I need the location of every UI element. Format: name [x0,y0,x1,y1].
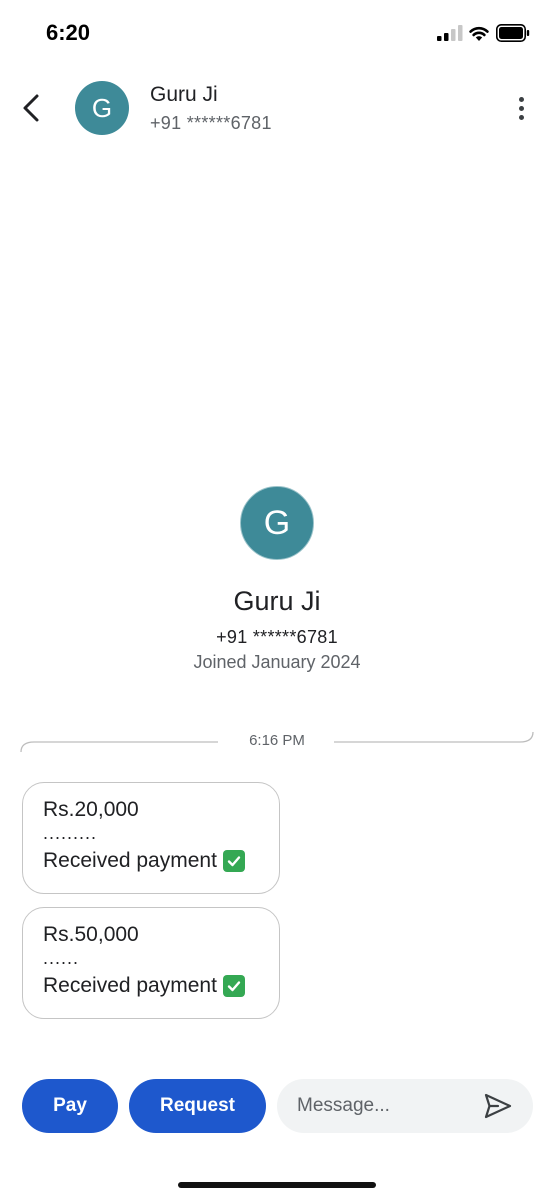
message-dots: ...... [43,948,80,968]
profile-avatar: G [240,486,314,560]
conversation-header: G Guru Ji +91 ******6781 [0,70,554,150]
home-indicator [178,1182,376,1188]
status-time: 6:20 [46,20,91,45]
message-box [277,1079,533,1133]
battery-icon [496,24,530,42]
wifi-icon [469,26,489,41]
composer-bar: Pay Request [0,1078,554,1134]
contact-profile: G Guru Ji +91 ******6781 Joined January … [0,486,554,673]
timestamp-divider: 6:16 PM [20,722,534,752]
request-button[interactable]: Request [129,1079,266,1133]
payment-message[interactable]: Rs.20,000 ......... Received payment [22,782,280,894]
contact-name[interactable]: Guru Ji [150,83,218,107]
payment-amount: Rs.20,000 [43,798,139,821]
message-input[interactable] [297,1079,477,1133]
check-mark-icon [222,975,245,997]
check-mark-icon [222,850,245,872]
more-vert-icon [518,96,524,102]
message-dots: ......... [43,823,98,843]
message-timestamp: 6:16 PM [249,732,305,749]
payment-status: Received payment [43,849,217,872]
payment-status: Received payment [43,974,217,997]
status-bar: 6:20 [0,0,554,70]
chevron-left-icon [23,94,39,122]
pay-button[interactable]: Pay [22,1079,118,1133]
profile-joined-date: Joined January 2024 [193,652,361,672]
more-options-button[interactable] [508,92,534,124]
profile-phone: +91 ******6781 [216,627,338,647]
contact-phone: +91 ******6781 [150,113,272,133]
cellular-signal-icon [437,25,463,41]
payment-amount: Rs.50,000 [43,923,139,946]
send-icon[interactable] [483,1092,513,1120]
payment-message[interactable]: Rs.50,000 ...... Received payment [22,907,280,1019]
back-button[interactable] [14,90,48,126]
contact-avatar[interactable]: G [75,81,129,135]
profile-name: Guru Ji [233,586,321,616]
